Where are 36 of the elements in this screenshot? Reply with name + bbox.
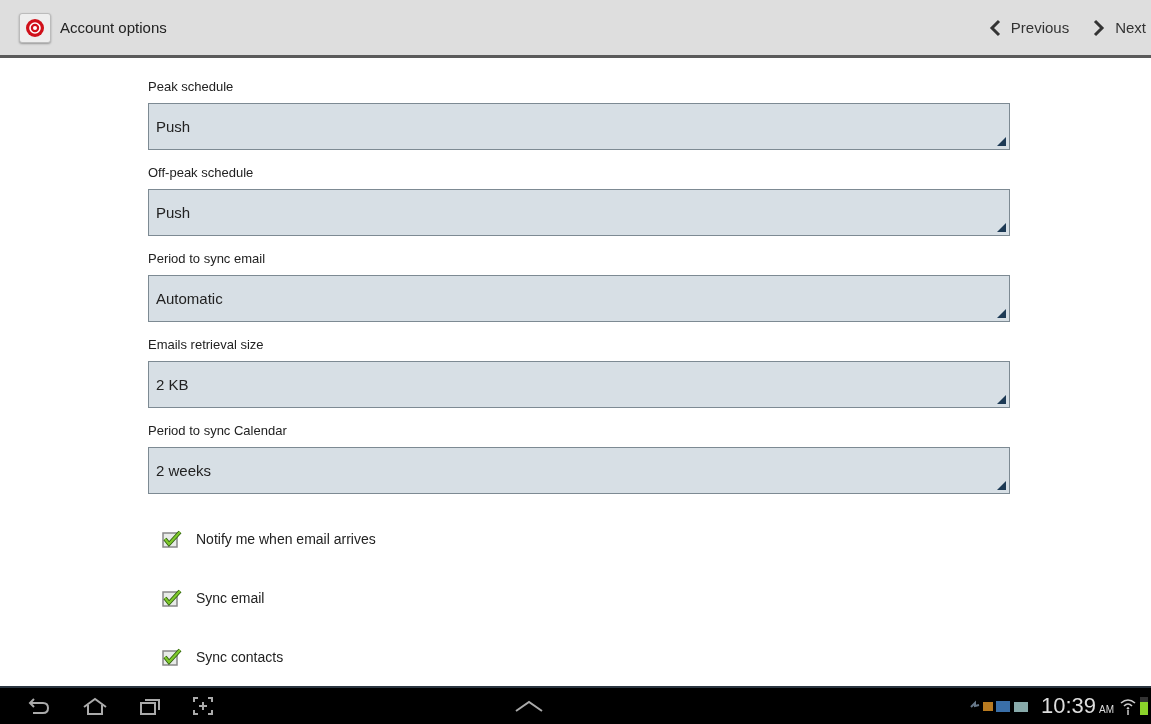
- caret-up-icon[interactable]: [514, 699, 544, 713]
- next-button[interactable]: Next: [1088, 18, 1151, 37]
- dropdown[interactable]: 2 weeks: [148, 447, 1010, 494]
- checkbox[interactable]: [162, 528, 182, 549]
- dropdown-corner-icon: [997, 395, 1006, 404]
- clock-ampm: AM: [1099, 703, 1114, 715]
- dropdown[interactable]: Push: [148, 103, 1010, 150]
- field-label: Period to sync email: [148, 251, 266, 267]
- field-label: Emails retrieval size: [148, 337, 264, 353]
- checkbox[interactable]: [162, 646, 182, 667]
- battery-icon: [1140, 696, 1149, 716]
- screen-title: Account options: [60, 19, 167, 36]
- previous-button[interactable]: Previous: [983, 18, 1075, 37]
- wifi-icon: [1120, 697, 1136, 715]
- dropdown-corner-icon: [997, 309, 1006, 318]
- clock: 10:39: [1040, 693, 1096, 719]
- home-icon[interactable]: [82, 696, 108, 716]
- back-icon[interactable]: [28, 696, 52, 716]
- dropdown-corner-icon: [997, 137, 1006, 146]
- dropdown-corner-icon: [997, 481, 1006, 490]
- dropdown[interactable]: Push: [148, 189, 1010, 236]
- dropdown[interactable]: Automatic: [148, 275, 1010, 322]
- field-label: Off-peak schedule: [148, 165, 254, 181]
- chevron-left-icon: [988, 18, 1001, 37]
- checkbox-label: Notify me when email arrives: [196, 530, 376, 547]
- dropdown-corner-icon: [997, 223, 1006, 232]
- recent-apps-icon[interactable]: [138, 696, 162, 716]
- field-label: Peak schedule: [148, 79, 234, 95]
- dropdown[interactable]: 2 KB: [148, 361, 1010, 408]
- field-label: Period to sync Calendar: [148, 423, 287, 439]
- app-icon[interactable]: [19, 12, 51, 43]
- checkbox-label: Sync contacts: [196, 648, 284, 665]
- checkbox-label: Sync email: [196, 589, 265, 606]
- checkbox[interactable]: [162, 587, 182, 608]
- screenshot-icon[interactable]: [192, 696, 214, 716]
- chevron-right-icon: [1093, 18, 1106, 37]
